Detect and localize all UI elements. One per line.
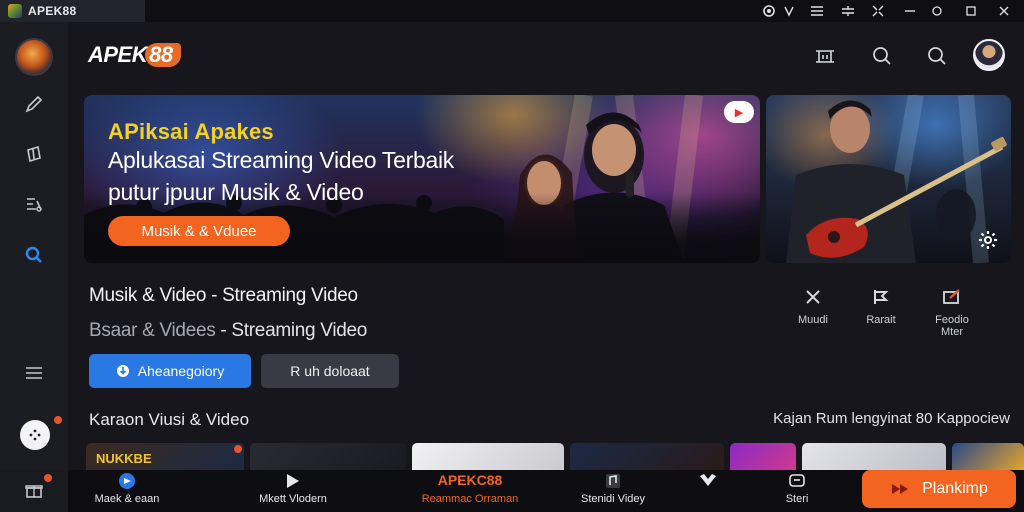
- quick-action-music[interactable]: Muudi: [785, 287, 841, 326]
- search-icon[interactable]: [925, 44, 949, 68]
- brand-logo[interactable]: APEK 88: [88, 42, 181, 68]
- brand-accent: 88: [145, 43, 181, 67]
- thumbnail-card[interactable]: [412, 443, 564, 473]
- download-icon: [116, 365, 129, 377]
- bottom-cta-label: Plankimp: [922, 480, 988, 497]
- brand-icon: APEKC88: [437, 472, 503, 488]
- row-title: Karaon Viusi & Video: [89, 410, 250, 429]
- quick-action-editor[interactable]: Feodio Mter: [924, 287, 980, 338]
- menu-icon[interactable]: [22, 361, 46, 385]
- list-icon[interactable]: [22, 192, 46, 216]
- quick-action-label: Feodio Mter: [935, 314, 969, 338]
- music-icon: [785, 287, 841, 307]
- main-content: APEK 88 APiksai Apakes Aplukasai Streamin…: [68, 22, 1024, 512]
- subtitle-suffix: - Streaming Video: [215, 320, 368, 341]
- bottom-tab-brand[interactable]: APEKC88 Reammac Orraman: [408, 470, 532, 512]
- pen-icon: [924, 287, 980, 307]
- bottom-tab-label: Maek & eaan: [94, 493, 160, 505]
- video-badge-icon[interactable]: ▶: [724, 101, 754, 123]
- primary-button[interactable]: Aheanegoiory: [89, 354, 251, 388]
- puzzle-icon[interactable]: [22, 142, 46, 166]
- primary-button-label: Aheanegoiory: [137, 363, 225, 379]
- thumbnail-card[interactable]: [250, 443, 406, 473]
- gift-badge: [44, 474, 52, 482]
- window-title: APEK88: [28, 4, 77, 18]
- bottom-tab-studio[interactable]: Stenidi Videy: [568, 470, 658, 512]
- gift-icon[interactable]: [22, 478, 46, 502]
- maximize-icon[interactable]: [959, 0, 983, 22]
- settings-gear-icon[interactable]: [975, 227, 1001, 253]
- bottom-tab-label: Reammac Orraman: [421, 493, 519, 505]
- bottom-bar: Maek & eaan Mkett Vlodern APEKC88 Reamma…: [68, 470, 1024, 512]
- hero-headline: APiksai Apakes: [108, 119, 274, 144]
- thumbnail-card[interactable]: [570, 443, 724, 473]
- section-title: Musik & Video - Streaming Video: [89, 285, 358, 306]
- edit-icon[interactable]: [22, 92, 46, 116]
- bottom-tab-label: Steri: [785, 493, 809, 505]
- chart-icon: [853, 287, 909, 307]
- hero-cta-button[interactable]: Musik & & Vduee: [108, 216, 290, 246]
- hero-title: Aplukasai Streaming Video Terbaik: [108, 147, 454, 173]
- home-icon: [82, 470, 172, 490]
- featured-card[interactable]: [766, 95, 1011, 263]
- bottom-tab-home[interactable]: Maek & eaan: [82, 470, 172, 512]
- quick-action-label: Muudi: [798, 314, 828, 326]
- chat-icon: [774, 470, 820, 490]
- secondary-button[interactable]: R uh doloaat: [261, 354, 399, 388]
- hero-banner[interactable]: APiksai Apakes Aplukasai Streaming Video…: [84, 95, 760, 263]
- note-icon: [568, 470, 658, 490]
- cast-icon[interactable]: [813, 44, 837, 68]
- thumbnail-card[interactable]: [730, 443, 796, 473]
- heart-icon: [688, 470, 728, 490]
- subtitle-mid: & Videes: [142, 320, 216, 341]
- app-tab[interactable]: APEK88: [0, 0, 145, 22]
- window-titlebar: APEK88: [0, 0, 1024, 22]
- brand-text: APEK: [88, 42, 148, 67]
- user-avatar[interactable]: [973, 39, 1005, 71]
- pin-icon[interactable]: [777, 0, 801, 22]
- expand-icon[interactable]: [836, 0, 860, 22]
- thumbnail-title: NUKKBE: [96, 451, 152, 466]
- bottom-tab-label: Mkett Vlodern: [259, 493, 327, 505]
- bottom-tab-video[interactable]: Mkett Vlodern: [248, 470, 338, 512]
- restore-icon[interactable]: [925, 0, 949, 22]
- section-subtitle: Bsaar & Videes - Streaming Video: [89, 320, 367, 342]
- search-icon[interactable]: [870, 44, 894, 68]
- row-note[interactable]: Kajan Rum lengyinat 80 Kappociew: [773, 410, 1010, 427]
- close-icon[interactable]: [992, 0, 1016, 22]
- thumbnail-badge: [234, 445, 242, 453]
- notification-badge: [54, 416, 62, 424]
- bottom-tab-search[interactable]: Steri: [774, 470, 820, 512]
- hero-subtitle: putur jpuur Musik & Video: [108, 179, 364, 205]
- shrink-icon[interactable]: [866, 0, 890, 22]
- minimize-icon[interactable]: [898, 0, 922, 22]
- bottom-tab-favorite[interactable]: [688, 470, 728, 512]
- profile-avatar[interactable]: [15, 38, 53, 76]
- subtitle-prefix: Bsaar: [89, 320, 138, 341]
- play-icon: [248, 470, 338, 490]
- app-logo-icon: [8, 4, 22, 18]
- sidebar: [0, 22, 68, 512]
- arrow-icon: [892, 484, 909, 494]
- thumbnail-card[interactable]: [952, 443, 1024, 473]
- apps-button[interactable]: [20, 420, 50, 450]
- bottom-tab-label: Stenidi Videy: [580, 493, 645, 505]
- thumbnail-card[interactable]: NUKKBE: [86, 443, 244, 473]
- bottom-cta-button[interactable]: Plankimp: [862, 470, 1016, 508]
- thumbnail-card[interactable]: [802, 443, 946, 473]
- search-icon[interactable]: [22, 243, 46, 267]
- quick-action-chart[interactable]: Rarait: [853, 287, 909, 326]
- thumbnail-row: NUKKBE: [86, 443, 1024, 473]
- menu-icon[interactable]: [805, 0, 829, 22]
- quick-action-label: Rarait: [866, 314, 896, 326]
- sidebar-footer: [0, 470, 68, 512]
